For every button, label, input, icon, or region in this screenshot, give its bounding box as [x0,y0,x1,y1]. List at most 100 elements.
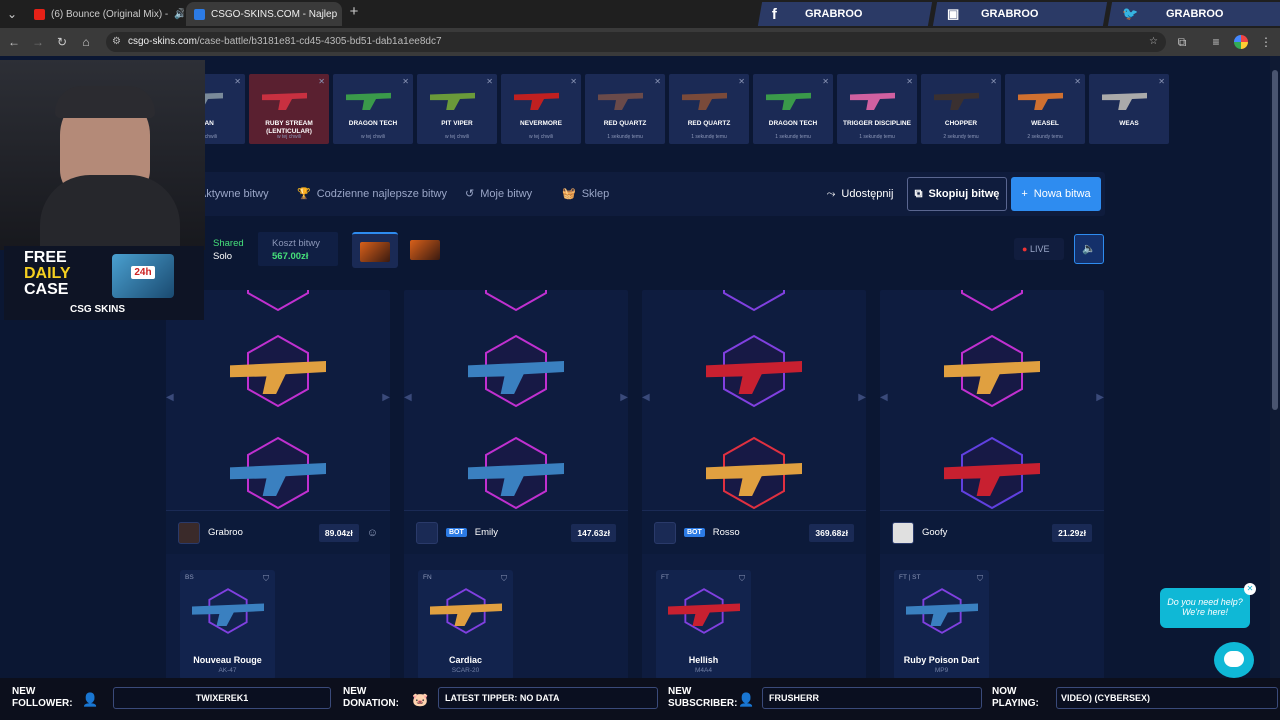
speaker-icon: 🔊 [174,8,184,20]
back-icon[interactable]: ← [6,34,22,50]
close-icon[interactable]: ✕ [738,77,745,86]
basket-icon: 🧺 [562,188,576,200]
won-item-card[interactable]: FT | ST ⛉ Ruby Poison Dart MP9 [894,570,989,680]
sound-toggle-button[interactable]: 🔈 [1074,234,1104,264]
extensions-icon[interactable]: ⧉ [1174,34,1190,50]
live-drop-time: 1 sekundę temu [775,134,811,140]
live-drop-time: 1 sekundę temu [607,134,643,140]
close-icon[interactable]: ✕ [486,77,493,86]
close-icon[interactable]: ✕ [1158,77,1165,86]
forward-icon[interactable]: → [30,34,46,50]
live-drop-name: DRAGON TECH [768,120,818,127]
nav-daily-best[interactable]: 🏆 Codzienne najlepsze bitwy [297,187,447,201]
bot-badge: BOT [684,528,705,537]
live-drop-item[interactable]: ✕ RED QUARTZ 1 sekundę temu [585,74,665,144]
csgo-skins-favicon-icon [194,8,205,20]
player-name: Goofy [922,527,948,538]
live-drop-item[interactable]: ✕ NEVERMORE w tej chwili [501,74,581,144]
live-drop-item[interactable]: ✕ TRIGGER DISCIPLINE 1 sekundę temu [837,74,917,144]
twitch-icon: ▣ [947,6,960,21]
site-info-icon[interactable]: ⚙ [112,32,121,52]
free-daily-case-promo: FREE DAILY CASE 24h CSG SKINS [4,246,204,320]
close-icon[interactable]: ✕ [1074,77,1081,86]
live-drop-name: RED QUARTZ [603,120,647,127]
live-drop-item[interactable]: ✕ WEASEL 2 sekundy temu [1005,74,1085,144]
bookmark-star-icon[interactable]: ☆ [1149,32,1158,52]
plus-icon: + [1021,188,1028,200]
live-drop-item[interactable]: ✕ RUBY STREAM (LENTICULAR) w tej chwili [249,74,329,144]
url-domain: csgo-skins.com [128,36,197,47]
tab-youtube[interactable]: (6) Bounce (Original Mix) - 🔊 [26,2,184,26]
live-drop-time: 2 sekundy temu [943,134,979,140]
close-icon[interactable]: ✕ [402,77,409,86]
won-item-card[interactable]: FT ⛉ Hellish M4A4 [656,570,751,680]
close-icon[interactable]: ✕ [234,77,241,86]
close-icon[interactable]: ✕ [906,77,913,86]
item-condition: FT | ST [899,574,921,581]
live-drop-time: w tej chwili [445,134,469,140]
weapon-icon [511,92,571,110]
tab-csgo-skins[interactable]: CSGO-SKINS.COM - Najlep ✕ [186,2,342,26]
home-icon[interactable]: ⌂ [78,34,94,50]
live-drop-time: 1 sekundę temu [691,134,727,140]
profile-avatar[interactable] [1234,35,1248,49]
chat-close-icon[interactable]: ✕ [1244,583,1256,595]
close-icon[interactable]: ✕ [990,77,997,86]
webcam-overlay [0,60,205,250]
live-indicator: ● LIVE [1014,238,1064,260]
weapon-icon [427,92,487,110]
daily-case-icon: 24h [112,254,174,298]
live-drop-time: 1 sekundę temu [859,134,895,140]
close-icon[interactable]: ✕ [654,77,661,86]
live-drop-item[interactable]: ✕ DRAGON TECH 1 sekundę temu [753,74,833,144]
player-card: ◀ ▶ Goofy 21.29zł FT | ST ⛉ Ruby Poison Dart MP… [880,290,1104,680]
live-drop-item[interactable]: ✕ PIT VIPER w tej chwili [417,74,497,144]
emoji-icon[interactable]: ☺ [367,527,378,539]
social-twitter: 🐦 GRABROO [1107,2,1280,26]
live-drop-time: w tej chwili [529,134,553,140]
new-tab-plus-icon[interactable]: + [346,4,362,20]
media-icon[interactable]: ≡ [1208,34,1224,50]
close-icon[interactable]: ✕ [822,77,829,86]
copy-battle-button[interactable]: ⧉ Skopiuj bitwę [907,177,1007,211]
arrow-right-icon: ▶ [858,392,866,403]
avatar [178,521,200,544]
won-item-card[interactable]: BS ⛉ Nouveau Rouge AK-47 [180,570,275,680]
item-name: Cardiac [448,655,483,665]
nav-my-battles[interactable]: ↺ Moje bitwy [465,187,532,201]
shield-icon: ⛉ [501,574,507,583]
tab-list-chevron-icon[interactable]: ⌄ [4,6,20,22]
player-name: Rosso [712,527,740,538]
url-path: /case-battle/b3181e81-cd45-4305-bd51-dab… [196,36,442,47]
live-dot-icon: ● [1022,244,1028,254]
live-drop-item[interactable]: ✕ RED QUARTZ 1 sekundę temu [669,74,749,144]
share-button[interactable]: ⤳ Udostępnij [824,177,896,211]
live-drop-item[interactable]: ✕ DRAGON TECH w tej chwili [333,74,413,144]
url-field[interactable]: ⚙ csgo-skins.com/case-battle/b3181e81-cd… [106,32,1166,52]
case-thumbnail-1[interactable] [352,232,398,268]
player-row: BOT Rosso 369.68zł [642,510,866,554]
live-drop-name: WEASEL [1031,120,1059,127]
speaker-icon: 🔈 [1082,243,1096,255]
arrow-right-icon: ▶ [620,392,628,403]
reload-icon[interactable]: ↻ [54,34,70,50]
live-drop-name: PIT VIPER [441,120,473,127]
close-icon[interactable]: ✕ [570,77,577,86]
avatar [416,521,438,544]
scrollbar-thumb[interactable] [1272,70,1278,410]
new-battle-button[interactable]: + Nowa bitwa [1011,177,1101,211]
chat-launcher-button[interactable] [1214,642,1254,678]
close-icon[interactable]: ✕ [318,77,325,86]
social-facebook: f GRABROO [757,2,933,26]
live-drop-item[interactable]: ✕ WEAS [1089,74,1169,144]
case-thumbnail-2[interactable] [402,232,448,268]
player-card: ◀ ▶ BOT Rosso 369.68zł FT ⛉ Hellish M4A4 [642,290,866,680]
weapon-icon [931,92,991,110]
won-item-card[interactable]: FN ⛉ Cardiac SCAR-20 [418,570,513,680]
live-drop-item[interactable]: ✕ CHOPPER 2 sekundy temu [921,74,1001,144]
streamer-body [40,175,180,250]
live-drop-name: NEVERMORE [520,120,562,127]
menu-kebab-icon[interactable]: ⋮ [1258,34,1274,50]
nav-shop[interactable]: 🧺 Sklep [562,187,609,201]
help-chat-bubble[interactable]: Do you need help? We're here! [1160,588,1250,628]
